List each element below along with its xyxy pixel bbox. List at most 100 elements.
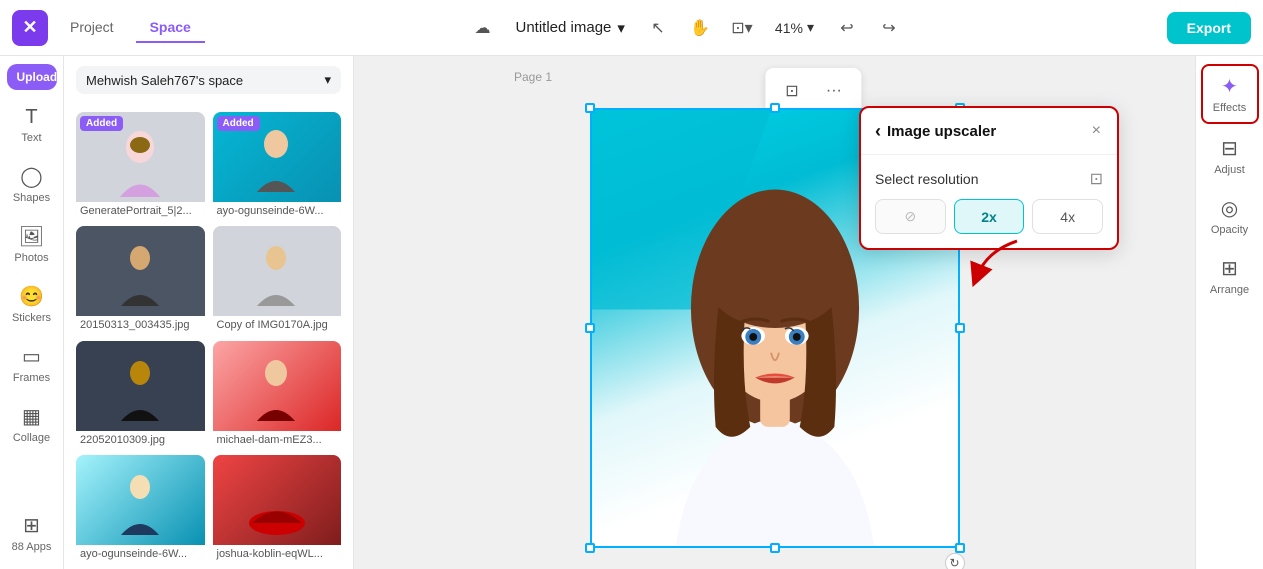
handle-mr[interactable] xyxy=(955,323,965,333)
layout-tool-button[interactable]: ⊡ ▾ xyxy=(725,11,759,45)
cloud-save-button[interactable]: ☁ xyxy=(466,11,500,45)
sidebar-item-photos[interactable]: 🖼 Photos xyxy=(4,216,60,272)
undo-icon: ↩ xyxy=(840,18,853,38)
canvas-area: Page 1 ⊡ ··· xyxy=(354,56,1195,569)
media-thumb xyxy=(76,455,205,545)
right-panel-arrange[interactable]: ⊞ Arrange xyxy=(1201,248,1259,304)
sidebar-item-collage[interactable]: ▦ Collage xyxy=(4,396,60,452)
layout-dropdown-icon: ▾ xyxy=(745,18,753,38)
left-sidebar: Upload T Text ◯ Shapes 🖼 Photos 😊 Sticke… xyxy=(0,56,64,569)
sidebar-item-label-text: Text xyxy=(21,132,41,144)
sidebar-item-shapes[interactable]: ◯ Shapes xyxy=(4,156,60,212)
back-icon[interactable]: ‹ xyxy=(875,121,881,142)
list-item[interactable]: Added GeneratePortrait_5|2... xyxy=(76,112,205,218)
sidebar-item-apps[interactable]: ⊞ 88 Apps xyxy=(4,505,60,561)
canvas-tool-1[interactable]: ⊡ xyxy=(775,74,809,108)
resolution-4x-button[interactable]: 4x xyxy=(1032,199,1103,234)
handle-br[interactable] xyxy=(955,543,965,553)
arrange-label: Arrange xyxy=(1210,284,1249,296)
media-thumb xyxy=(213,226,342,316)
nav-project[interactable]: Project xyxy=(56,13,128,43)
apps-icon: ⊞ xyxy=(23,513,40,538)
frames-icon: ▭ xyxy=(22,344,41,369)
sidebar-item-frames[interactable]: ▭ Frames xyxy=(4,336,60,392)
export-button[interactable]: Export xyxy=(1167,12,1251,44)
opacity-label: Opacity xyxy=(1211,224,1248,236)
media-name: 20150313_003435.jpg xyxy=(76,316,205,332)
topbar: ✕ Project Space ☁ Untitled image ▾ ↖ ✋ ⊡… xyxy=(0,0,1263,56)
media-thumb xyxy=(213,341,342,431)
canvas-tool-more[interactable]: ··· xyxy=(817,74,851,108)
media-thumb xyxy=(76,226,205,316)
photos-icon: 🖼 xyxy=(19,224,44,249)
list-item[interactable]: 20150313_003435.jpg xyxy=(76,226,205,332)
cursor-tool-button[interactable]: ↖ xyxy=(641,11,675,45)
image-upscaler-panel: ‹ Image upscaler × Select resolution ⊡ ⊘… xyxy=(859,106,1119,250)
cursor-icon: ↖ xyxy=(651,18,664,38)
right-panel-effects[interactable]: ✦ Effects xyxy=(1201,64,1259,124)
upscaler-header: ‹ Image upscaler × xyxy=(861,108,1117,155)
sidebar-item-stickers[interactable]: 😊 Stickers xyxy=(4,276,60,332)
upscaler-close-button[interactable]: × xyxy=(1090,120,1103,142)
redo-button[interactable]: ↪ xyxy=(872,11,906,45)
handle-ml[interactable] xyxy=(585,323,595,333)
list-item[interactable]: 22052010309.jpg xyxy=(76,341,205,447)
sidebar-item-label-frames: Frames xyxy=(13,372,50,384)
upscaler-title-text: Image upscaler xyxy=(887,123,996,140)
file-title-button[interactable]: Untitled image ▾ xyxy=(508,15,633,41)
media-name: ayo-ogunseinde-6W... xyxy=(76,545,205,561)
list-item[interactable]: ayo-ogunseinde-6W... xyxy=(76,455,205,561)
media-name: GeneratePortrait_5|2... xyxy=(76,202,205,218)
logo-icon[interactable]: ✕ xyxy=(12,10,48,46)
sidebar-item-label-photos: Photos xyxy=(14,252,48,264)
media-thumb xyxy=(213,455,342,545)
resolution-2x-button[interactable]: 2x xyxy=(954,199,1025,234)
topbar-center: ☁ Untitled image ▾ ↖ ✋ ⊡ ▾ 41% ▾ ↩ ↪ xyxy=(215,11,1157,45)
list-item[interactable]: Copy of IMG0170A.jpg xyxy=(213,226,342,332)
layout-icon: ⊡ xyxy=(731,18,744,38)
media-panel: Mehwish Saleh767's space ▾ Added Generat… xyxy=(64,56,354,569)
undo-button[interactable]: ↩ xyxy=(830,11,864,45)
added-badge: Added xyxy=(217,116,260,131)
list-item[interactable]: michael-dam-mEZ3... xyxy=(213,341,342,447)
hand-icon: ✋ xyxy=(690,18,710,38)
monitor-icon: ⊡ xyxy=(1090,169,1103,189)
text-icon: T xyxy=(25,106,37,129)
media-thumb: Added xyxy=(76,112,205,202)
sidebar-item-label-stickers: Stickers xyxy=(12,312,51,324)
nav-space[interactable]: Space xyxy=(136,13,205,43)
media-name: 22052010309.jpg xyxy=(76,431,205,447)
right-panel-adjust[interactable]: ⊟ Adjust xyxy=(1201,128,1259,184)
space-selector[interactable]: Mehwish Saleh767's space ▾ xyxy=(76,66,341,94)
list-item[interactable]: joshua-koblin-eqWL... xyxy=(213,455,342,561)
zoom-button[interactable]: 41% ▾ xyxy=(767,15,822,40)
media-thumb: Added xyxy=(213,112,342,202)
list-item[interactable]: Added ayo-ogunseinde-6W... xyxy=(213,112,342,218)
file-dropdown-icon: ▾ xyxy=(617,19,625,37)
handle-tm[interactable] xyxy=(770,103,780,113)
upscaler-title: ‹ Image upscaler xyxy=(875,121,996,142)
sidebar-item-label-collage: Collage xyxy=(13,432,50,444)
sidebar-item-text[interactable]: T Text xyxy=(4,98,60,152)
handle-bl[interactable] xyxy=(585,543,595,553)
effects-label: Effects xyxy=(1213,102,1246,114)
rotate-handle[interactable]: ↻ xyxy=(945,553,965,569)
redo-icon: ↪ xyxy=(882,18,895,38)
handle-bm[interactable] xyxy=(770,543,780,553)
handle-tl[interactable] xyxy=(585,103,595,113)
resolution-label-text: Select resolution xyxy=(875,171,979,187)
sidebar-item-label-shapes: Shapes xyxy=(13,192,50,204)
stickers-icon: 😊 xyxy=(19,284,44,309)
cloud-icon: ☁ xyxy=(475,18,491,38)
upload-button[interactable]: Upload xyxy=(7,64,57,90)
file-title-label: Untitled image xyxy=(516,19,612,36)
media-grid: Added GeneratePortrait_5|2... Added xyxy=(64,104,353,569)
zoom-dropdown-icon: ▾ xyxy=(807,19,814,36)
hand-tool-button[interactable]: ✋ xyxy=(683,11,717,45)
resolution-none-button[interactable]: ⊘ xyxy=(875,199,946,234)
arrange-icon: ⊞ xyxy=(1221,256,1238,281)
media-name: ayo-ogunseinde-6W... xyxy=(213,202,342,218)
space-dropdown-icon: ▾ xyxy=(324,72,331,88)
right-panel-opacity[interactable]: ◎ Opacity xyxy=(1201,188,1259,244)
main-layout: Upload T Text ◯ Shapes 🖼 Photos 😊 Sticke… xyxy=(0,56,1263,569)
